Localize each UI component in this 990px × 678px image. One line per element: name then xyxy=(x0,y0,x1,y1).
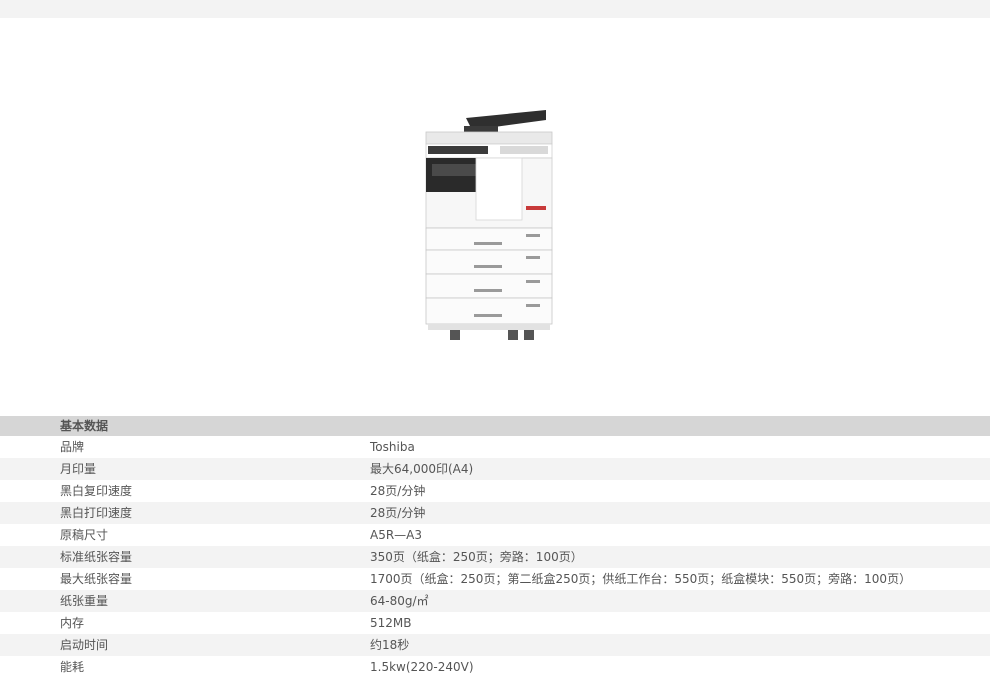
spec-label: 黑白打印速度 xyxy=(60,506,133,520)
spec-label: 品牌 xyxy=(60,440,85,454)
spec-label: 内存 xyxy=(60,616,85,630)
spec-value: 64-80g/㎡ xyxy=(370,594,429,608)
spec-label: 黑白复印速度 xyxy=(60,484,133,498)
spec-label: 标准纸张容量 xyxy=(60,550,133,564)
spec-row-original-size: 原稿尺寸 A5R—A3 xyxy=(0,524,990,546)
spec-row-standard-paper-capacity: 标准纸张容量 350页（纸盒：250页；旁路：100页） xyxy=(0,546,990,568)
spec-value: A5R—A3 xyxy=(370,528,423,542)
spec-row-brand: 品牌 Toshiba xyxy=(0,436,990,458)
spec-row-print-speed: 黑白打印速度 28页/分钟 xyxy=(0,502,990,524)
spec-value: 最大64,000印(A4) xyxy=(370,462,474,476)
spec-label: 原稿尺寸 xyxy=(60,528,109,542)
spec-row-power: 能耗 1.5kw(220-240V) xyxy=(0,656,990,678)
spec-value: 约18秒 xyxy=(370,638,410,652)
spec-row-warmup-time: 启动时间 约18秒 xyxy=(0,634,990,656)
top-band xyxy=(0,0,990,18)
spec-label: 最大纸张容量 xyxy=(60,572,133,586)
spec-table: 基本数据 品牌 Toshiba 月印量 最大64,000印(A4) 黑白复印速度… xyxy=(0,416,990,678)
spec-value: 350页（纸盒：250页；旁路：100页） xyxy=(370,550,583,564)
spec-section-header: 基本数据 xyxy=(0,416,990,436)
spec-row-memory: 内存 512MB xyxy=(0,612,990,634)
spec-value: Toshiba xyxy=(370,440,415,454)
spec-value: 1700页（纸盒：250页；第二纸盒250页；供纸工作台：550页；纸盒模块：5… xyxy=(370,572,912,586)
spec-value: 1.5kw(220-240V) xyxy=(370,660,474,674)
spec-value: 28页/分钟 xyxy=(370,506,426,520)
product-image-area xyxy=(0,18,990,416)
spec-row-max-paper-capacity: 最大纸张容量 1700页（纸盒：250页；第二纸盒250页；供纸工作台：550页… xyxy=(0,568,990,590)
spec-label: 月印量 xyxy=(60,462,97,476)
copier-printer-image xyxy=(425,110,553,340)
spec-row-copy-speed: 黑白复印速度 28页/分钟 xyxy=(0,480,990,502)
spec-label: 纸张重量 xyxy=(60,594,109,608)
spec-row-monthly-volume: 月印量 最大64,000印(A4) xyxy=(0,458,990,480)
spec-value: 28页/分钟 xyxy=(370,484,426,498)
spec-value: 512MB xyxy=(370,616,412,630)
spec-label: 能耗 xyxy=(60,660,85,674)
spec-label: 启动时间 xyxy=(60,638,109,652)
spec-row-paper-weight: 纸张重量 64-80g/㎡ xyxy=(0,590,990,612)
spec-section-title: 基本数据 xyxy=(60,419,109,433)
